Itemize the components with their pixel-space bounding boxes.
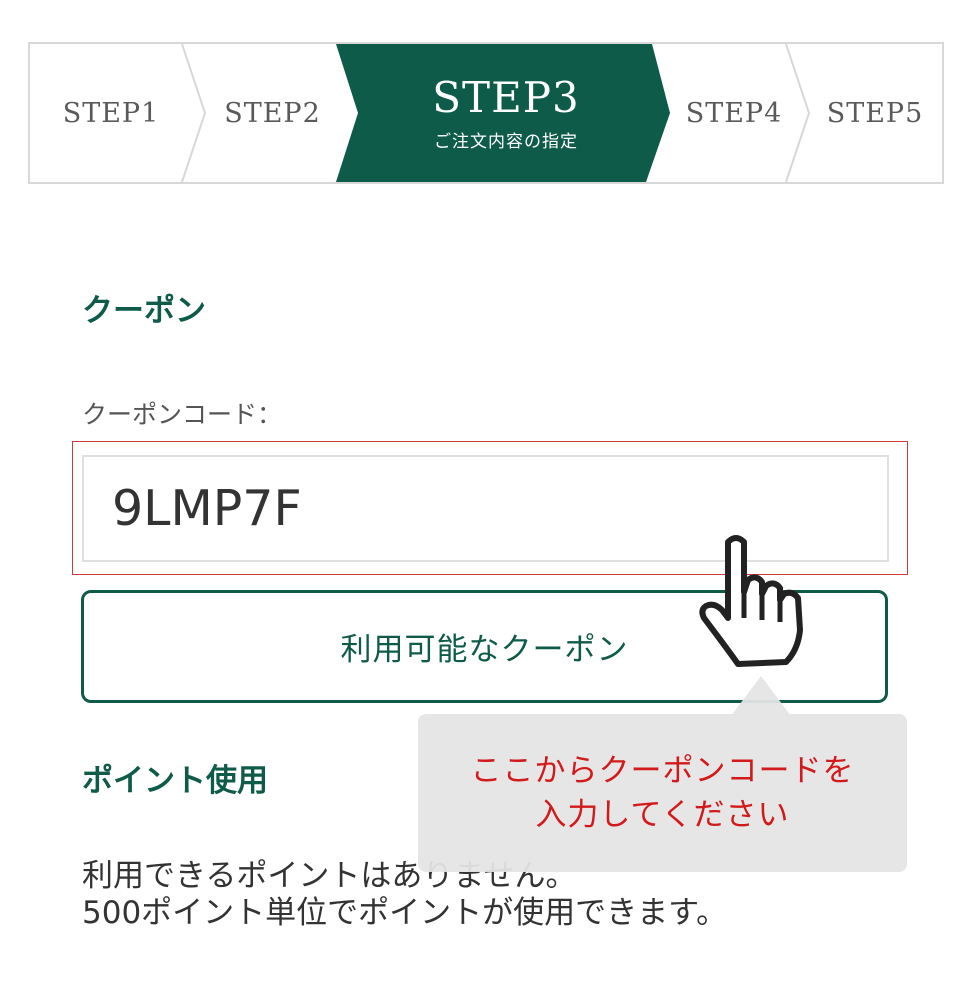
available-coupons-button-label: 利用可能なクーポン <box>340 632 629 668</box>
step-4: STEP4 <box>685 97 783 129</box>
coupon-hint-tooltip: ここからクーポンコードを 入力してください <box>418 714 907 872</box>
tooltip-tail <box>731 676 791 716</box>
hand-pointer-icon <box>699 535 803 667</box>
coupon-heading: クーポン <box>82 293 206 329</box>
step-2: STEP2 <box>224 97 321 129</box>
step-3-current: STEP3 ご注文内容の指定 <box>348 44 664 182</box>
step-3-label: STEP3 <box>432 72 580 122</box>
step-5: STEP5 <box>826 97 924 129</box>
coupon-code-label: クーポンコード： <box>82 400 283 429</box>
step-1: STEP1 <box>62 97 160 129</box>
points-line-2: 500ポイント単位でポイントが使用できます。 <box>82 895 728 931</box>
tooltip-line-2: 入力してください <box>535 797 790 833</box>
points-heading: ポイント使用 <box>82 763 268 799</box>
tooltip-line-1: ここからクーポンコードを <box>470 753 855 789</box>
step-3-sublabel: ご注文内容の指定 <box>434 131 578 152</box>
step-progress-bar: STEP1 STEP2 STEP3 ご注文内容の指定 STEP4 STEP5 <box>28 42 944 184</box>
